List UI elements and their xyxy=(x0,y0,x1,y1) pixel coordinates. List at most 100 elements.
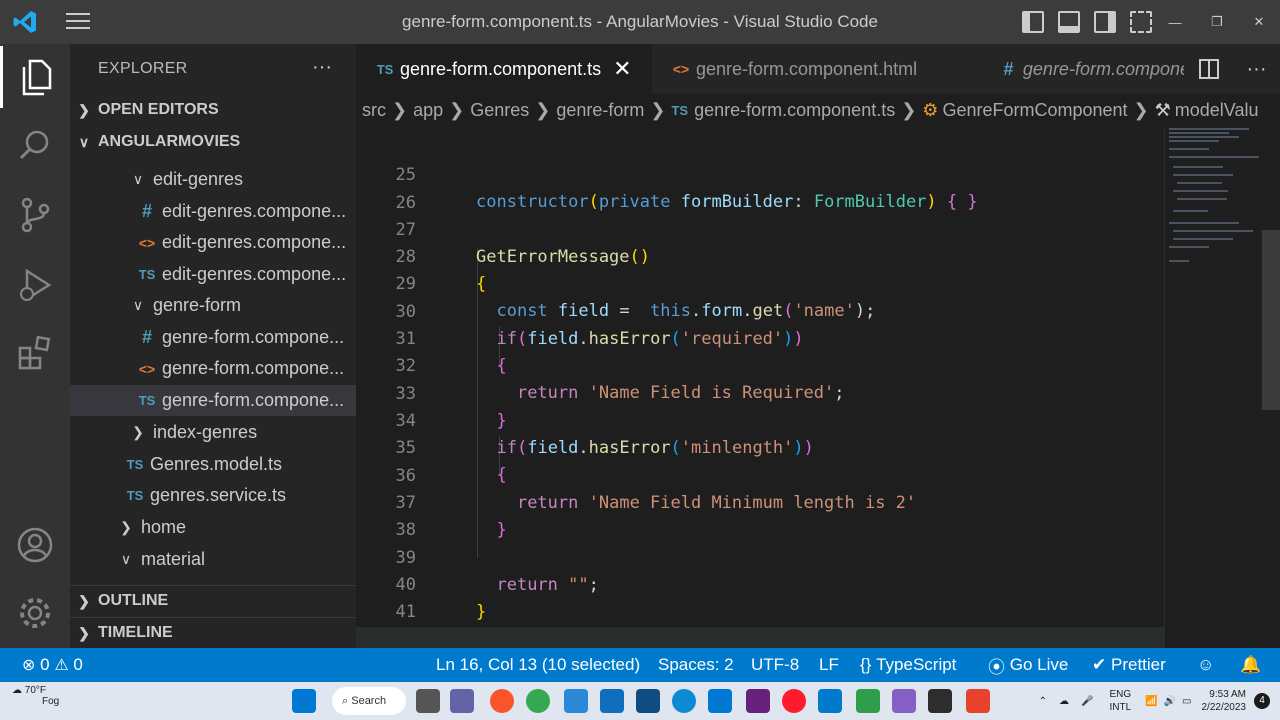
tree-folder-home[interactable]: ❯ home xyxy=(70,512,356,543)
manage-activity[interactable] xyxy=(0,582,70,644)
start-icon[interactable] xyxy=(292,689,316,713)
source-control-activity[interactable] xyxy=(0,184,70,246)
chevron-right-icon: ❯ xyxy=(1133,99,1149,120)
accounts-activity[interactable] xyxy=(0,514,70,576)
code-line: 35 { xyxy=(356,408,1164,485)
open-editors-section[interactable]: ❯ OPEN EDITORS xyxy=(70,94,356,126)
split-editor-icon[interactable] xyxy=(1198,58,1220,80)
taskbar-search[interactable]: ⌕ Search xyxy=(332,687,406,715)
outline-section[interactable]: ❯ OUTLINE xyxy=(70,585,356,617)
tree-file-genres-model[interactable]: TS Genres.model.ts xyxy=(70,449,356,480)
end-of-line[interactable]: LF xyxy=(819,648,839,682)
cursor-position[interactable]: Ln 16, Col 13 (10 selected) xyxy=(436,648,640,682)
project-section[interactable]: ∨ ANGULARMOVIES xyxy=(70,126,356,158)
tree-file-genre-form-ts[interactable]: TS genre-form.compone... xyxy=(70,385,356,416)
breadcrumb-item[interactable]: Genres xyxy=(470,100,529,121)
tree-label: genre-form.compone... xyxy=(162,390,345,410)
vscode-taskbar-icon[interactable] xyxy=(818,689,842,713)
weather-widget[interactable]: ☁ 70°F Fog xyxy=(12,685,59,707)
brave-icon[interactable] xyxy=(490,689,514,713)
breadcrumb-item[interactable]: modelValu xyxy=(1175,100,1259,121)
chevron-right-icon: ❯ xyxy=(535,99,551,120)
extensions-activity[interactable] xyxy=(0,322,70,384)
chevron-up-icon[interactable]: ⌃ xyxy=(1039,696,1047,707)
app-icon[interactable] xyxy=(636,689,660,713)
search-label: Search xyxy=(351,695,387,707)
chrome-icon[interactable] xyxy=(526,689,550,713)
explorer-more-icon[interactable]: ··· xyxy=(312,56,332,79)
battery-icon[interactable]: ▭ xyxy=(1182,696,1191,707)
terminal-icon[interactable] xyxy=(928,689,952,713)
chevron-down-icon: ∨ xyxy=(120,551,132,567)
problems-indicator[interactable]: ⊗ 0 ⚠ 0 xyxy=(22,648,83,682)
chevron-right-icon: ❯ xyxy=(78,624,90,641)
tree-folder-index-genres[interactable]: ❯ index-genres xyxy=(70,417,356,448)
tree-file-edit-genres-ts[interactable]: TS edit-genres.compone... xyxy=(70,259,356,290)
ts-file-icon: TS xyxy=(138,267,156,282)
recorder-icon[interactable] xyxy=(966,689,990,713)
close-button[interactable]: ✕ xyxy=(1238,0,1280,44)
breadcrumb-item[interactable]: GenreFormComponent xyxy=(942,100,1127,121)
task-view-icon[interactable] xyxy=(416,689,440,713)
tab-genre-form-html[interactable]: <> genre-form.component.html xyxy=(652,44,980,94)
wifi-icon[interactable]: 📶 xyxy=(1145,696,1157,707)
indentation[interactable]: Spaces: 2 xyxy=(658,648,734,682)
encoding[interactable]: UTF-8 xyxy=(751,648,799,682)
breadcrumb-item[interactable]: genre-form.component.ts xyxy=(694,100,895,121)
customize-layout-icon[interactable] xyxy=(1130,11,1152,33)
toggle-panel-icon[interactable] xyxy=(1058,11,1080,33)
clock[interactable]: 9:53 AM 2/22/2023 xyxy=(1202,688,1247,714)
menu-hamburger-icon[interactable] xyxy=(66,13,90,31)
restore-button[interactable]: ❐ xyxy=(1196,0,1238,44)
tab-genre-form-ts[interactable]: TS genre-form.component.ts ✕ xyxy=(356,44,652,94)
minimap-line xyxy=(1169,246,1209,248)
tree-file-genre-form-css[interactable]: # genre-form.compone... xyxy=(70,322,356,353)
visual-studio-preview-icon[interactable] xyxy=(892,689,916,713)
code-line: 26 xyxy=(356,163,1164,213)
minimap-line xyxy=(1169,140,1219,142)
opera-icon[interactable] xyxy=(782,689,806,713)
explorer-activity[interactable] xyxy=(0,46,70,108)
tree-file-edit-genres-css[interactable]: # edit-genres.compone... xyxy=(70,196,356,227)
edge-icon[interactable] xyxy=(672,689,696,713)
tree-file-genres-service[interactable]: TS genres.service.ts xyxy=(70,480,356,511)
volume-icon[interactable]: 🔊 xyxy=(1164,696,1176,707)
calendar-icon[interactable] xyxy=(600,689,624,713)
tab-genre-form-css[interactable]: # genre-form.compone xyxy=(980,44,1190,94)
search-activity[interactable] xyxy=(0,114,70,176)
prettier-button[interactable]: ✔ Prettier xyxy=(1092,648,1166,682)
tree-folder-edit-genres[interactable]: ∨ edit-genres xyxy=(70,164,356,195)
visual-studio-icon[interactable] xyxy=(746,689,770,713)
scrollbar-thumb[interactable] xyxy=(1262,230,1280,410)
breadcrumb-item[interactable]: genre-form xyxy=(556,100,644,121)
minimize-button[interactable]: — xyxy=(1154,0,1196,44)
vscode-logo-icon[interactable] xyxy=(12,9,38,35)
toggle-secondary-sidebar-icon[interactable] xyxy=(1094,11,1116,33)
tree-file-genre-form-html[interactable]: <> genre-form.compone... xyxy=(70,353,356,384)
editor-tab-bar: TS genre-form.component.ts ✕ <> genre-fo… xyxy=(356,44,1280,94)
onedrive-icon[interactable]: ☁ xyxy=(1059,696,1069,707)
tree-file-edit-genres-html[interactable]: <> edit-genres.compone... xyxy=(70,227,356,258)
tree-folder-genre-form[interactable]: ∨ genre-form xyxy=(70,290,356,321)
more-actions-icon[interactable]: ··· xyxy=(1247,58,1267,81)
mail-icon[interactable] xyxy=(708,689,732,713)
code-editor[interactable]: 25 constructor(private formBuilder: Form… xyxy=(356,126,1164,648)
language-mode[interactable]: {} TypeScript xyxy=(860,648,956,682)
go-live-button[interactable]: ⦿ Go Live xyxy=(988,648,1068,682)
clock-time: 9:53 AM xyxy=(1209,689,1246,700)
breadcrumb-item[interactable]: src xyxy=(362,100,386,121)
bell-icon[interactable]: 🔔 xyxy=(1240,648,1261,682)
timeline-section[interactable]: ❯ TIMELINE xyxy=(70,617,356,648)
run-debug-activity[interactable] xyxy=(0,254,70,316)
toggle-primary-sidebar-icon[interactable] xyxy=(1022,11,1044,33)
tree-folder-material[interactable]: ∨ material xyxy=(70,544,356,575)
breadcrumb-item[interactable]: app xyxy=(413,100,443,121)
notification-badge[interactable]: 4 xyxy=(1254,693,1270,709)
microphone-icon[interactable]: 🎤 xyxy=(1081,696,1093,707)
close-icon[interactable]: ✕ xyxy=(613,56,631,82)
snip-icon[interactable] xyxy=(564,689,588,713)
teams-icon[interactable] xyxy=(450,689,474,713)
camtasia-icon[interactable] xyxy=(856,689,880,713)
language-indicator[interactable]: ENG INTL xyxy=(1109,688,1131,714)
feedback-icon[interactable]: ☺ xyxy=(1197,648,1214,682)
